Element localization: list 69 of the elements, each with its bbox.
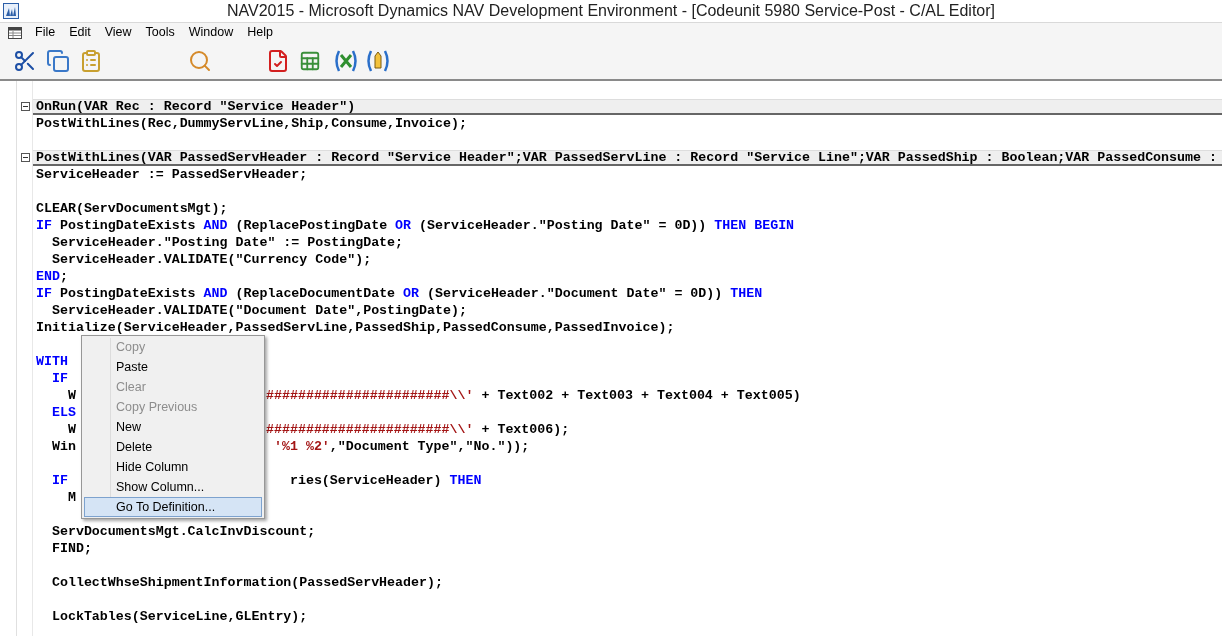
code-token: + Text002 + Text003 + Text004 + Text005) <box>480 387 801 404</box>
code-token: W <box>66 387 76 404</box>
code-token: W <box>66 421 76 438</box>
menu-item[interactable]: Edit <box>62 23 98 42</box>
code-token: (ServiceHeader."Posting Date" = 0D)) <box>418 217 708 234</box>
code-token: END <box>36 268 60 285</box>
code-token: ELS <box>50 404 76 421</box>
code-token: LockTables(ServiceLine,GLEntry); <box>50 608 308 625</box>
check-document-icon[interactable] <box>266 48 290 73</box>
code-token: CLEAR(ServDocumentsMgt); <box>36 200 228 217</box>
refresh-icon[interactable] <box>333 48 359 73</box>
context-menu-item[interactable]: New <box>84 417 262 437</box>
table-icon[interactable] <box>8 26 22 39</box>
code-token: IF <box>50 370 68 387</box>
code-token: THEN <box>449 472 482 489</box>
app-icon <box>3 3 19 19</box>
menu-item[interactable]: View <box>97 23 139 42</box>
code-token: ServiceHeader."Posting Date" := PostingDate; <box>50 234 404 251</box>
code-token: WITH <box>36 353 68 370</box>
code-token: ServiceHeader := PassedServHeader; <box>36 166 308 183</box>
window-title: NAV2015 - Microsoft Dynamics NAV Development Environment - [Codeunit 5980 Service-Post - C/AL Editor] <box>227 1 995 21</box>
code-token: PostingDateExists <box>58 217 197 234</box>
code-token: CollectWhseShipmentInformation(PassedServHeader); <box>50 574 443 591</box>
copy-icon[interactable] <box>46 48 70 73</box>
code-token: PostWithLines(Rec,DummyServLine,Ship,Consume,Invoice); <box>36 115 467 132</box>
menu-item[interactable]: File <box>28 23 63 42</box>
code-token: OR <box>403 285 420 302</box>
code-token: ,"Document Type","No.")); <box>329 438 530 455</box>
code-token: IF <box>36 285 52 302</box>
collapse-icon[interactable] <box>21 102 30 111</box>
code-token: IF <box>50 472 68 489</box>
context-menu-item[interactable]: Paste <box>84 357 262 377</box>
menu-item[interactable]: Tools <box>138 23 182 42</box>
pencil-icon[interactable] <box>365 48 391 73</box>
code-token: IF <box>36 217 52 234</box>
context-menu-item[interactable]: Go To Definition... <box>84 497 262 517</box>
menu-item[interactable]: Window <box>181 23 241 42</box>
code-token: M <box>66 489 76 506</box>
collapse-icon[interactable] <box>21 153 30 162</box>
code-token: Initialize(ServiceHeader,PassedServLine,PassedShip,PassedConsume,PassedInvoice); <box>36 319 675 336</box>
code-token: ServiceHeader.VALIDATE("Document Date",PostingDate); <box>50 302 467 319</box>
search-icon[interactable] <box>188 48 212 73</box>
code-token: ServDocumentsMgt.CalcInvDiscount; <box>50 523 316 540</box>
code-token: THEN BEGIN <box>714 217 795 234</box>
code-token: + Text006); <box>480 421 570 438</box>
context-menu-item[interactable]: Show Column... <box>84 477 262 497</box>
code-token: (ReplacePostingDate <box>234 217 389 234</box>
context-menu-item[interactable]: Hide Column <box>84 457 262 477</box>
code-token: (ReplaceDocumentDate <box>234 285 397 302</box>
code-token: THEN <box>730 285 763 302</box>
sheet-icon[interactable] <box>299 49 321 72</box>
function-header: OnRun(VAR Rec : Record "Service Header") <box>33 98 1222 115</box>
code-token: AND <box>203 285 228 302</box>
code-token: ; <box>59 268 68 285</box>
code-token: #######################\\' <box>266 421 474 438</box>
code-token: PostingDateExists <box>58 285 197 302</box>
code-token: ServiceHeader.VALIDATE("Currency Code"); <box>50 251 372 268</box>
menu-item[interactable]: Help <box>240 23 280 42</box>
code-token: OR <box>395 217 412 234</box>
code-token: Win <box>50 438 76 455</box>
code-token: #######################\\' <box>266 387 474 404</box>
code-token: FIND; <box>50 540 92 557</box>
code-token: (ServiceHeader."Document Date" = 0D)) <box>426 285 724 302</box>
cut-icon[interactable] <box>13 48 37 73</box>
code-token: '%1 %2' <box>272 438 330 455</box>
code-token: AND <box>203 217 228 234</box>
function-header: PostWithLines(VAR PassedServHeader : Record "Service Header";VAR PassedServLine : Record "Service Line";VAR PassedShip : Boolean;VAR PassedConsume : <box>33 149 1222 166</box>
context-menu-item[interactable]: Delete <box>84 437 262 457</box>
code-token: ries(ServiceHeader) <box>288 472 443 489</box>
